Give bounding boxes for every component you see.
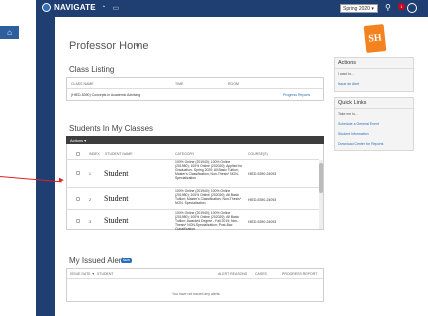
calendar-icon[interactable]: ▦: [0, 57, 19, 66]
title-dropdown-caret[interactable]: ▾: [136, 42, 140, 50]
student-name[interactable]: Student: [104, 169, 128, 178]
col-student-name: STUDENT NAME: [105, 152, 133, 156]
row-index: 1: [89, 172, 91, 176]
schedule-event-link[interactable]: Schedule a General Event: [338, 122, 379, 126]
col-progress-report: PROGRESS REPORT: [282, 272, 318, 276]
class-name-cell: (HIED-5390) Concepts in Academic Advisin…: [71, 93, 141, 97]
quick-links-title: Quick Links: [338, 100, 367, 106]
col-alert-reasons: ALERT REASONS: [218, 272, 248, 276]
new-badge: NEW: [121, 258, 132, 263]
row-checkbox[interactable]: [76, 171, 80, 175]
student-name[interactable]: Student: [104, 194, 128, 203]
class-listing-title: Class Listing: [69, 65, 115, 74]
student-course: HIED-5390-24093: [248, 172, 277, 176]
student-information-link[interactable]: Student Information: [338, 132, 369, 136]
issue-alert-link[interactable]: Issue an Alert: [338, 82, 359, 86]
university-logo: SH: [363, 24, 387, 53]
col-index: INDEX: [89, 152, 100, 156]
quick-links-prompt: Take me to...: [338, 112, 359, 116]
row-checkbox[interactable]: [76, 197, 80, 201]
home-icon[interactable]: ⌂: [0, 26, 19, 39]
chart-icon[interactable]: ▲: [0, 87, 19, 96]
divider: [67, 88, 323, 89]
divider: [335, 108, 413, 109]
document-outline-icon[interactable]: ▭: [112, 4, 119, 12]
tag-icon[interactable]: ◆: [0, 132, 19, 141]
student-category: 100% Online (201940); 100% Online (20198…: [175, 211, 240, 231]
row-checkbox[interactable]: [76, 219, 80, 223]
settings-icon[interactable]: ✲: [0, 162, 19, 171]
col-time: TIME: [175, 82, 184, 86]
col-cases: CASES: [255, 272, 267, 276]
brand-icon: [42, 3, 51, 12]
top-icon-group: ⌂ ◔ ▭: [90, 4, 119, 12]
student-name[interactable]: Student: [104, 216, 128, 225]
issued-alerts-title: My Issued Alerts: [69, 256, 128, 265]
notification-badge[interactable]: 1: [398, 3, 405, 10]
reports-icon[interactable]: ◧: [0, 72, 19, 81]
term-select[interactable]: Spring 2020 ▾: [340, 4, 378, 13]
avatar[interactable]: [407, 3, 417, 13]
actions-panel-title: Actions: [338, 60, 357, 66]
row-index: 3: [89, 220, 91, 224]
scrollbar-thumb[interactable]: [319, 163, 323, 193]
col-issue-date[interactable]: ISSUE DATE ▼: [70, 272, 95, 276]
mail-icon[interactable]: ✉: [0, 43, 19, 52]
row-index: 2: [89, 198, 91, 202]
annotation-arrowhead: [58, 177, 65, 183]
brand-logo[interactable]: NAVIGATE: [42, 3, 96, 12]
divider: [67, 278, 323, 279]
download-center-link[interactable]: Download Center for Reports: [338, 142, 383, 146]
list-icon[interactable]: ☰: [0, 147, 19, 156]
student-course: HIED-5390-24093: [248, 198, 277, 202]
col-category: CATEGORY: [175, 152, 195, 156]
students-title: Students In My Classes: [69, 124, 154, 133]
student-category: 100% Online (201940); 100% Online (20198…: [175, 189, 242, 205]
student-category: 100% Online (201940); 100% Online (20198…: [175, 160, 243, 180]
search-icon[interactable]: ⚲: [0, 117, 19, 126]
col-courses: COURSE(S): [248, 152, 268, 156]
col-room: ROOM: [228, 82, 239, 86]
sidebar: [36, 17, 55, 316]
student-course: HIED-5390-24093: [248, 220, 277, 224]
search-icon[interactable]: ⚲: [385, 3, 391, 12]
home-outline-icon[interactable]: ⌂: [90, 4, 94, 12]
divider: [335, 68, 413, 69]
col-class-name: CLASS NAME: [71, 82, 94, 86]
actions-toolbar: Actions ▾: [66, 136, 324, 144]
actions-dropdown[interactable]: Actions ▾: [70, 138, 86, 143]
select-all-checkbox[interactable]: [76, 152, 80, 156]
empty-alerts-message: You have not issued any alerts.: [172, 292, 221, 296]
pin-icon[interactable]: ✎: [0, 102, 19, 111]
bell-outline-icon[interactable]: ◔: [101, 4, 105, 12]
actions-prompt: I want to...: [338, 72, 355, 76]
class-listing-table: [66, 77, 324, 101]
col-student: STUDENT: [97, 272, 114, 276]
progress-reports-link[interactable]: Progress Reports: [283, 93, 310, 97]
